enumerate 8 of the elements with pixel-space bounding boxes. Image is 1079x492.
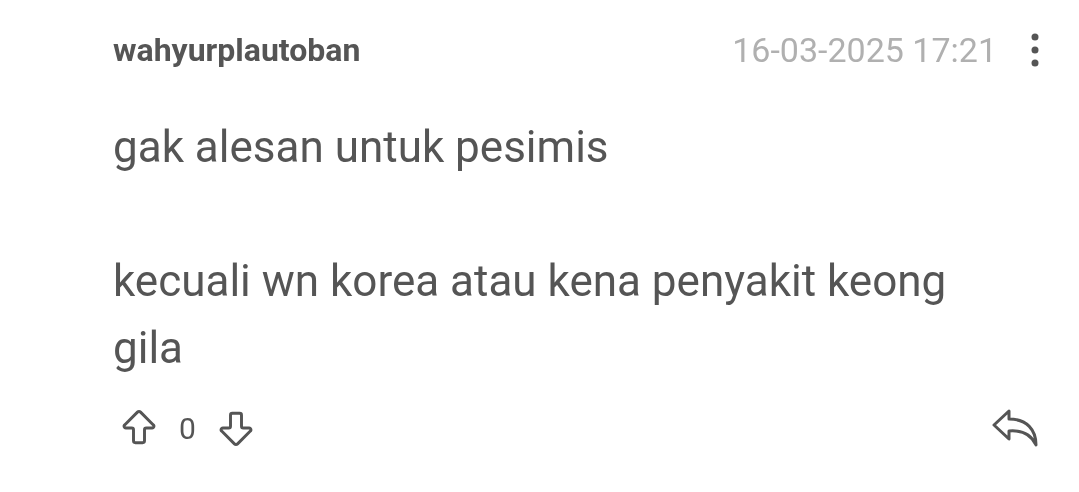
comment-text: kecuali wn korea atau kena penyakit keong gila [113, 254, 948, 376]
reply-button[interactable] [991, 408, 1039, 448]
vote-count: 0 [179, 410, 196, 446]
comment-author[interactable]: wahyurplautoban [113, 31, 733, 69]
more-options-button[interactable] [1031, 33, 1039, 67]
comment-text: gak alesan untuk pesimis [113, 120, 610, 175]
kebab-menu-icon [1031, 33, 1039, 67]
comment-timestamp: 16-03-2025 17:21 [732, 30, 997, 70]
